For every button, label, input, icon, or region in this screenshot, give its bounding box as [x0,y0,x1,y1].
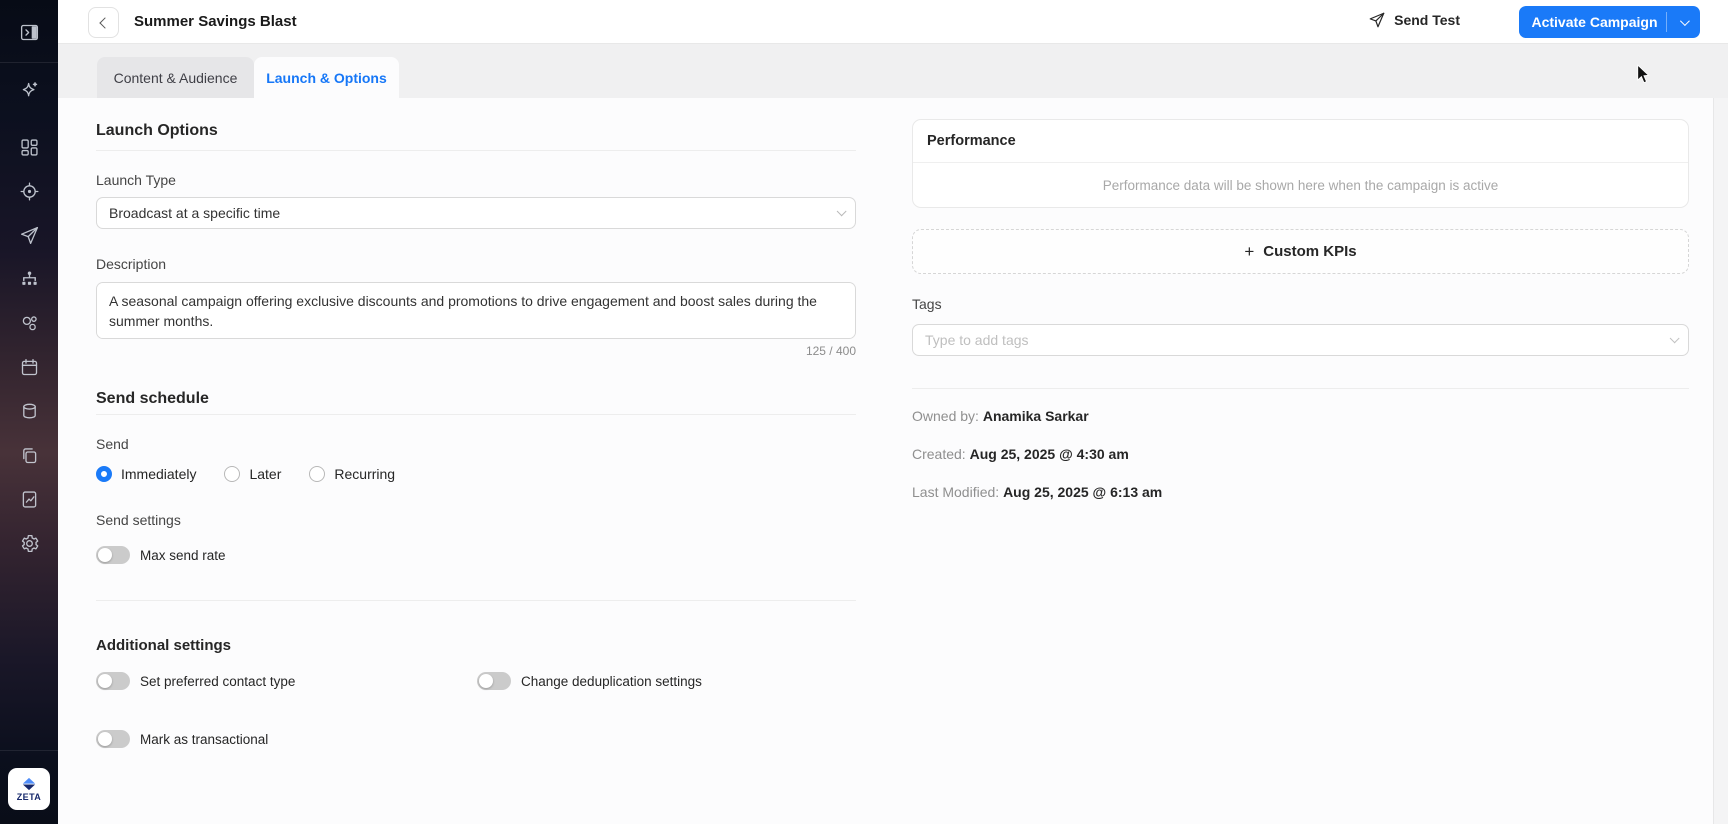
dashboard-icon[interactable] [18,136,40,158]
transactional-toggle[interactable]: Mark as transactional [96,730,268,748]
toggle-off-icon[interactable] [477,672,511,690]
activate-campaign-label: Activate Campaign [1531,14,1658,30]
activate-campaign-button[interactable]: Activate Campaign [1519,6,1700,38]
radio-later[interactable]: Later [224,466,281,482]
chevron-down-icon [836,205,847,216]
chevron-down-icon [1669,332,1680,343]
deduplication-toggle[interactable]: Change deduplication settings [477,672,702,690]
tags-label: Tags [912,296,942,312]
launch-type-select[interactable]: Broadcast at a specific time [96,197,856,229]
send-schedule-heading: Send schedule [96,390,209,407]
tab-launch-options[interactable]: Launch & Options [254,57,399,98]
preferred-contact-toggle[interactable]: Set preferred contact type [96,672,295,690]
radio-unselected-icon[interactable] [224,466,241,482]
launch-type-value: Broadcast at a specific time [109,205,281,221]
description-textarea[interactable]: A seasonal campaign offering exclusive d… [96,282,856,339]
custom-kpis-label: Custom KPIs [1263,243,1357,260]
send-radio-group: Immediately Later Recurring [96,466,395,482]
ai-sparkle-icon[interactable] [18,79,40,101]
zeta-logo-text: ZETA [16,791,42,802]
owned-by-row: Owned by: Anamika Sarkar [912,408,1089,424]
nav-divider [0,62,58,63]
target-icon[interactable] [18,180,40,202]
segments-icon[interactable] [18,312,40,334]
nav-divider [0,750,58,751]
chevron-left-icon [99,16,111,29]
created-row: Created: Aug 25, 2025 @ 4:30 am [912,446,1129,462]
additional-settings-heading: Additional settings [96,637,231,654]
tags-input[interactable] [925,332,1669,348]
toggle-off-icon[interactable] [96,730,130,748]
page-title: Summer Savings Blast [134,13,297,30]
description-label: Description [96,256,167,272]
toggle-off-icon[interactable] [96,546,130,564]
copy-pages-icon[interactable] [18,444,40,466]
section-divider [96,150,856,151]
send-test-label: Send Test [1394,12,1460,28]
send-settings-label: Send settings [96,512,181,528]
radio-recurring[interactable]: Recurring [309,466,395,482]
radio-immediately[interactable]: Immediately [96,466,196,482]
performance-card: Performance Performance data will be sho… [912,119,1689,208]
performance-empty-text: Performance data will be shown here when… [1102,177,1499,193]
radio-unselected-icon[interactable] [309,466,326,482]
send-label: Send [96,436,129,452]
left-nav-rail: ZETA [0,0,58,824]
toggle-off-icon[interactable] [96,672,130,690]
activate-dropdown-button[interactable] [1667,15,1700,26]
database-icon[interactable] [18,400,40,422]
settings-gear-icon[interactable] [18,532,40,554]
tab-content-audience[interactable]: Content & Audience [97,57,254,98]
tab-bar: Content & Audience Launch & Options [58,44,1728,98]
org-chart-icon[interactable] [18,268,40,290]
report-doc-icon[interactable] [18,488,40,510]
performance-heading: Performance [913,120,1688,163]
launch-options-heading: Launch Options [96,122,218,139]
send-test-button[interactable]: Send Test [1368,11,1460,29]
zeta-logo[interactable]: ZETA [8,768,50,810]
section-divider [96,414,856,415]
campaigns-send-icon[interactable] [18,224,40,246]
last-modified-row: Last Modified: Aug 25, 2025 @ 6:13 am [912,484,1163,500]
paper-plane-icon [1369,12,1385,28]
zeta-diamond-icon [22,777,36,790]
max-send-rate-toggle[interactable]: Max send rate [96,546,226,564]
radio-selected-icon[interactable] [96,466,112,482]
plus-icon: + [1244,242,1255,261]
app-window: ZETA Summer Savings Blast Send Test Acti… [0,0,1728,824]
tags-input-box[interactable] [912,324,1689,356]
chevron-down-icon [1679,15,1690,26]
calendar-icon[interactable] [18,356,40,378]
scrollbar-track[interactable] [1713,98,1728,824]
top-header: Summer Savings Blast Send Test Activate … [58,0,1728,44]
custom-kpis-button[interactable]: + Custom KPIs [912,229,1689,274]
panel-toggle-icon[interactable] [18,21,40,43]
section-divider [96,600,856,601]
launch-type-label: Launch Type [96,172,176,188]
back-button[interactable] [88,7,119,38]
char-counter: 125 / 400 [805,344,856,358]
section-divider [912,388,1689,389]
